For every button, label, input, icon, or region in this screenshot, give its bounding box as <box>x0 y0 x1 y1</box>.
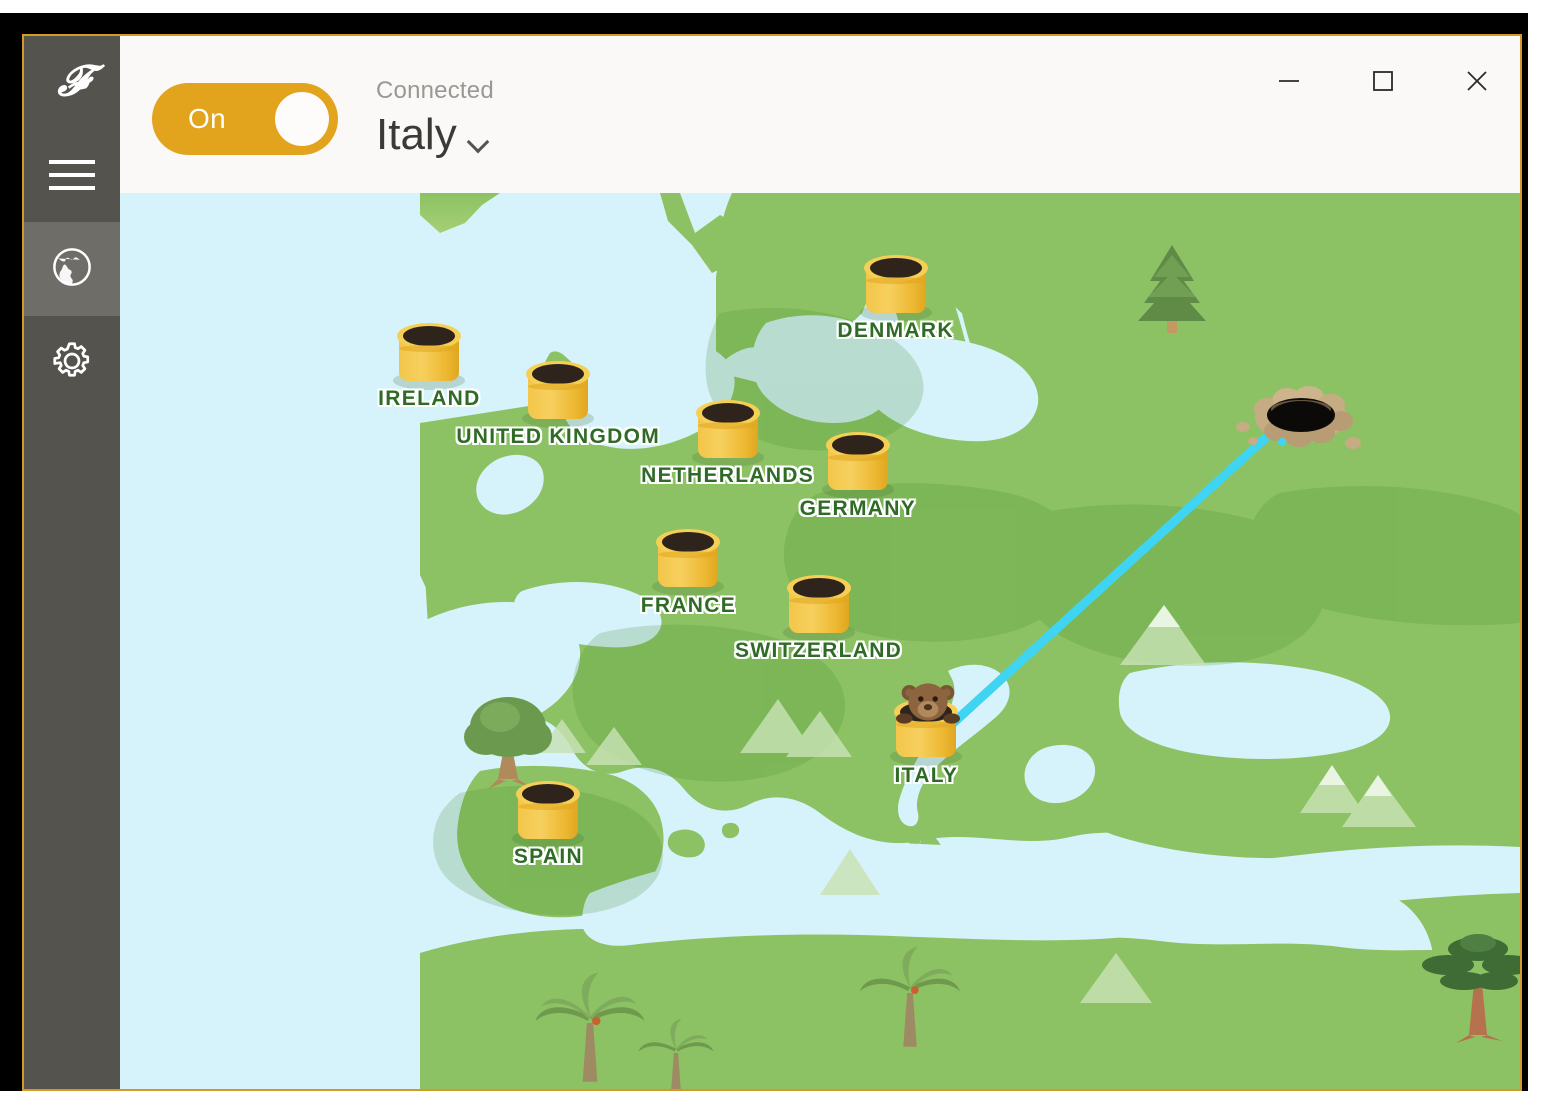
maximize-icon <box>1360 69 1406 93</box>
app-window: 𝓕 On Connected Italy IRELAND UNITED KING… <box>24 36 1520 1089</box>
country-label: ITALY <box>894 763 959 787</box>
bear-icon <box>896 683 961 724</box>
country-label: UNITED KINGDOM <box>456 425 661 449</box>
close-button[interactable] <box>1454 58 1500 104</box>
tunnel-icon <box>782 574 855 642</box>
tunnel-icon <box>393 322 466 390</box>
header-bar: On Connected Italy <box>120 36 1520 193</box>
tunnel-icon <box>512 780 585 848</box>
vpn-toggle-knob <box>275 92 329 146</box>
sidebar-item-logo: 𝓕 <box>24 36 120 128</box>
tunnel-icon <box>859 254 932 322</box>
sidebar-item-settings[interactable] <box>24 316 120 410</box>
screenshot-root: 𝓕 On Connected Italy IRELAND UNITED KING… <box>0 0 1546 1118</box>
country-label: SWITZERLAND <box>735 639 903 663</box>
connection-info: Connected Italy <box>376 77 494 160</box>
app-window-frame: 𝓕 On Connected Italy IRELAND UNITED KING… <box>22 34 1522 1091</box>
country-label: FRANCE <box>640 593 737 617</box>
gear-icon <box>50 339 94 388</box>
globe-icon <box>49 244 95 295</box>
tunnel-icon <box>890 683 963 767</box>
country-label: DENMARK <box>837 319 954 343</box>
tunnel-icon <box>821 432 894 500</box>
tunnel-icon <box>691 400 764 467</box>
minimize-icon <box>1266 69 1312 93</box>
connection-status-text: Connected <box>376 77 494 104</box>
vpn-power-toggle[interactable]: On <box>152 83 338 155</box>
country-label: GERMANY <box>799 496 917 520</box>
tunnel-icon <box>522 360 595 428</box>
country-selector[interactable]: Italy <box>376 110 494 160</box>
hamburger-menu-icon <box>49 158 95 192</box>
vpn-toggle-label: On <box>188 103 226 134</box>
close-icon <box>1454 69 1500 93</box>
maximize-button[interactable] <box>1360 58 1406 104</box>
tunnel-icon <box>652 529 725 597</box>
minimize-button[interactable] <box>1266 58 1312 104</box>
sidebar-item-menu[interactable] <box>24 128 120 222</box>
world-map[interactable]: IRELAND UNITED KINGDOM DENMARK NETHERLAN… <box>120 193 1520 1089</box>
country-label: SPAIN <box>513 845 583 869</box>
country-label: IRELAND <box>378 387 481 411</box>
sidebar-item-map[interactable] <box>24 222 120 316</box>
screen-bezel: 𝓕 On Connected Italy IRELAND UNITED KING… <box>0 13 1528 1091</box>
country-label: NETHERLANDS <box>641 464 815 488</box>
connected-country-name: Italy <box>376 110 457 159</box>
sidebar: 𝓕 <box>24 36 120 1089</box>
tunnelbear-logo-icon: 𝓕 <box>55 59 89 105</box>
chevron-down-icon <box>468 134 490 146</box>
